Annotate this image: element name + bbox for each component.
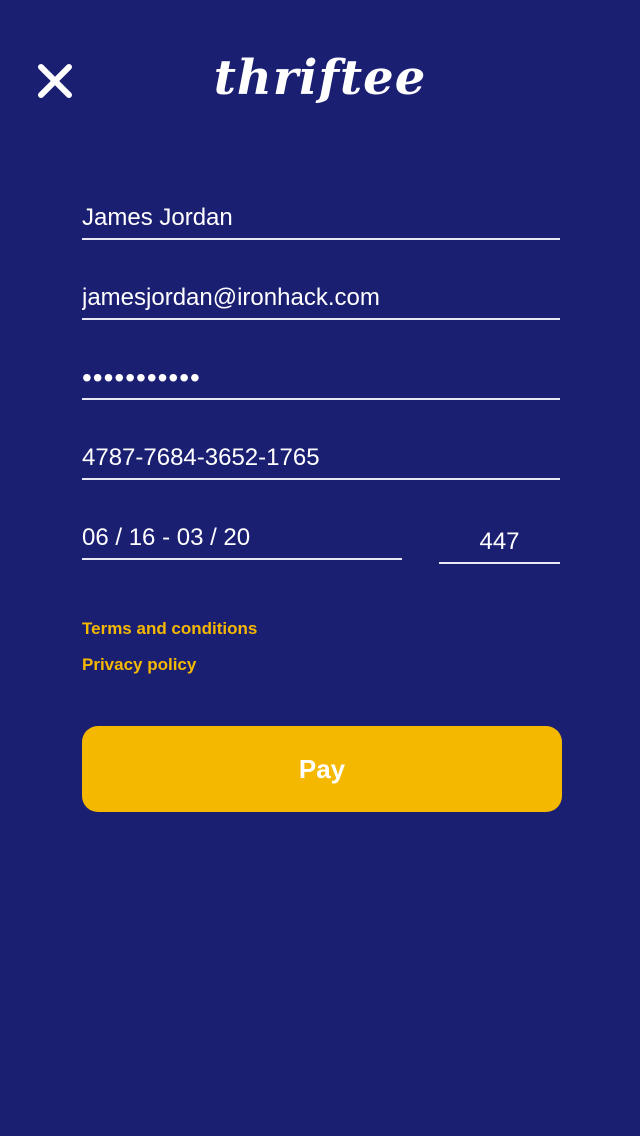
name-field: [82, 198, 560, 240]
email-input[interactable]: [82, 278, 560, 318]
password-input[interactable]: [82, 358, 560, 398]
validity-field: [82, 518, 402, 560]
name-input[interactable]: [82, 198, 560, 238]
validity-input[interactable]: [82, 518, 402, 558]
privacy-link[interactable]: Privacy policy: [82, 655, 196, 675]
cvv-field: [439, 518, 560, 564]
password-field: [82, 358, 560, 400]
pay-button[interactable]: Pay: [82, 726, 562, 812]
app-logo: thriftee: [213, 50, 427, 106]
email-field: [82, 278, 560, 320]
card-number-input[interactable]: [82, 438, 560, 478]
cvv-input[interactable]: [439, 518, 560, 562]
terms-link[interactable]: Terms and conditions: [82, 619, 257, 639]
card-number-field: [82, 438, 560, 480]
